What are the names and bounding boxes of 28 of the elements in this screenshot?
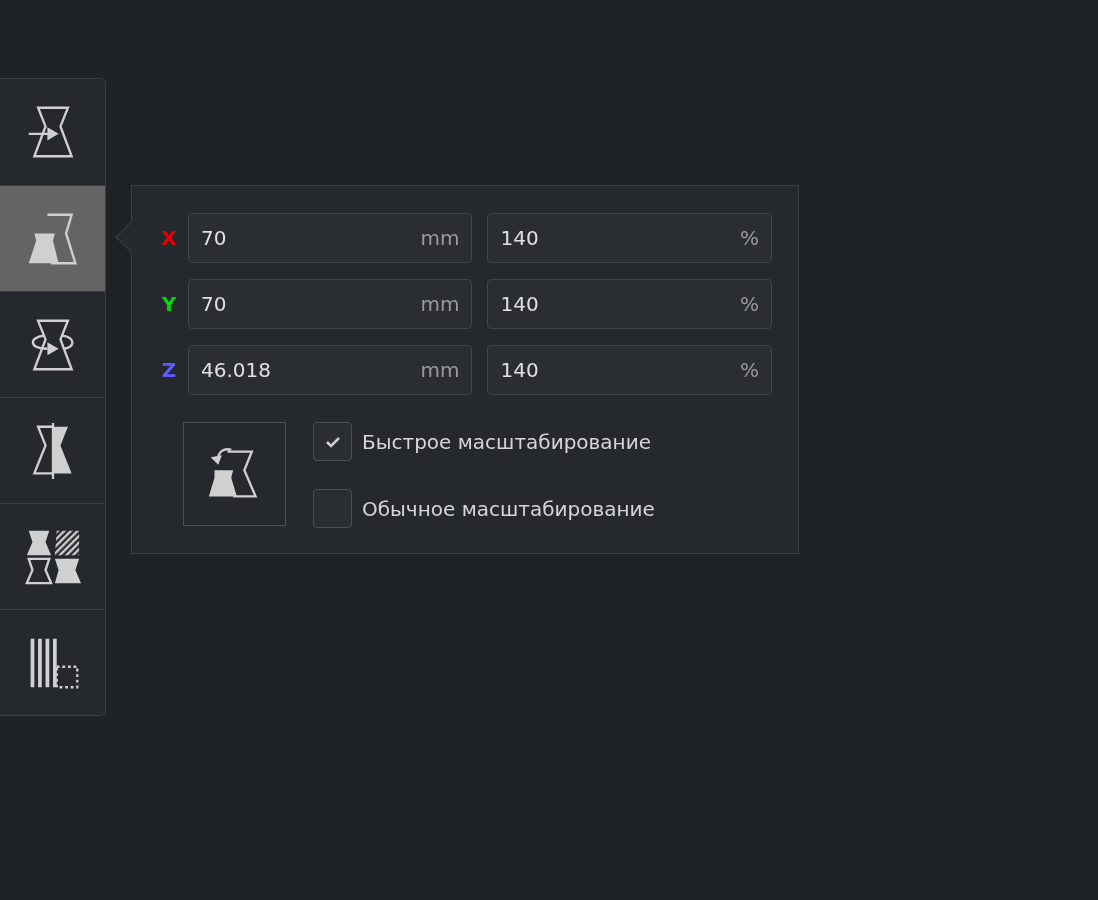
unit-label: mm <box>420 357 460 384</box>
percent-value: 140 <box>500 291 539 318</box>
size-field[interactable]: 70 mm <box>187 279 473 329</box>
unit-label: % <box>740 357 759 384</box>
check-icon <box>324 435 341 448</box>
size-value: 70 <box>200 291 227 318</box>
axis-label: Y <box>160 291 178 318</box>
unit-label: mm <box>420 225 460 252</box>
size-value: 46.018 <box>200 357 271 384</box>
checkbox[interactable] <box>313 422 352 461</box>
size-value: 70 <box>200 225 227 252</box>
percent-value: 140 <box>500 357 539 384</box>
unit-label: % <box>740 291 759 318</box>
option-label: Обычное масштабирование <box>362 495 655 523</box>
percent-value: 140 <box>500 225 539 252</box>
unit-label: mm <box>420 291 460 318</box>
percent-field[interactable]: 140 % <box>487 213 772 263</box>
axis-label: X <box>160 225 178 252</box>
unit-label: % <box>740 225 759 252</box>
reset-button[interactable] <box>183 422 286 526</box>
axis-label: Z <box>160 357 178 384</box>
size-field[interactable]: 46.018 mm <box>187 345 473 395</box>
tool-button[interactable] <box>0 609 105 715</box>
option-label: Быстрое масштабирование <box>362 428 651 456</box>
checkbox[interactable] <box>313 489 352 528</box>
size-field[interactable]: 70 mm <box>187 213 473 263</box>
percent-field[interactable]: 140 % <box>487 279 772 329</box>
percent-field[interactable]: 140 % <box>487 345 772 395</box>
